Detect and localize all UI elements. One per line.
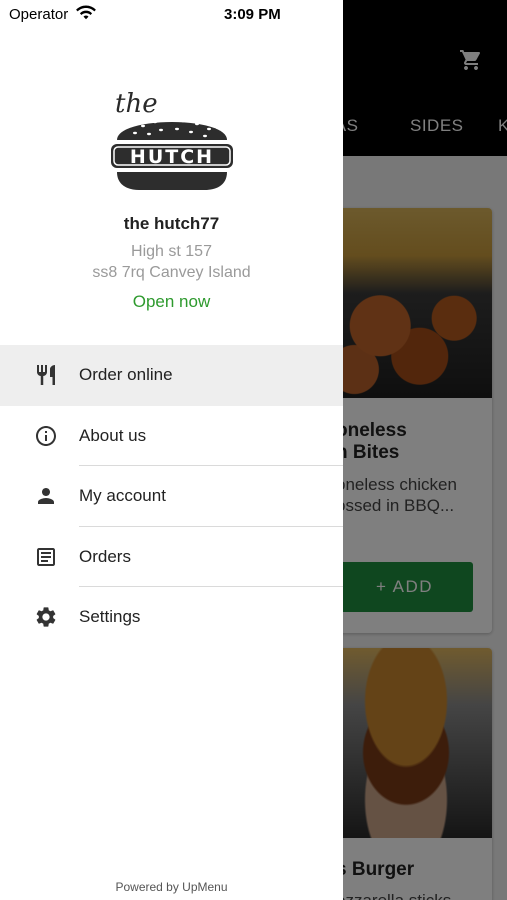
info-icon	[36, 425, 56, 446]
menu-item-label: Order online	[79, 365, 173, 385]
status-time: 3:09 PM	[224, 6, 281, 23]
navigation-drawer: the HUTCH the hutch77 High st 157 ss8 7r…	[0, 0, 343, 900]
powered-by[interactable]: Powered by UpMenu	[0, 880, 343, 894]
menu-item-label: Orders	[79, 546, 131, 566]
menu-item-orders[interactable]: Orders	[0, 527, 343, 587]
logo-script: the	[115, 89, 158, 119]
person-icon	[38, 488, 54, 505]
menu-item-settings[interactable]: Settings	[0, 587, 343, 648]
store-address-line: High st 157	[131, 243, 212, 260]
menu-item-label: My account	[79, 486, 166, 506]
receipt-icon	[37, 547, 55, 566]
menu-item-label: Settings	[79, 607, 141, 627]
drawer-menu: Order online About us My account Orders	[0, 345, 343, 648]
status-bar: Operator 3:09 PM	[0, 0, 343, 30]
menu-item-my-account[interactable]: My account	[0, 466, 343, 527]
gear-icon	[36, 607, 56, 627]
store-name: the hutch77	[123, 214, 220, 233]
open-status: Open now	[132, 292, 211, 311]
the-hutch-logo: the HUTCH	[111, 89, 233, 190]
carrier-label: Operator	[9, 6, 69, 23]
logo-word: HUTCH	[130, 146, 214, 168]
wifi-icon	[76, 5, 96, 20]
store-address-line: ss8 7rq Canvey Island	[92, 264, 251, 281]
cutlery-icon	[37, 365, 55, 386]
menu-item-label: About us	[79, 425, 147, 445]
menu-item-about-us[interactable]: About us	[0, 406, 343, 466]
menu-item-order-online[interactable]: Order online	[0, 345, 343, 406]
